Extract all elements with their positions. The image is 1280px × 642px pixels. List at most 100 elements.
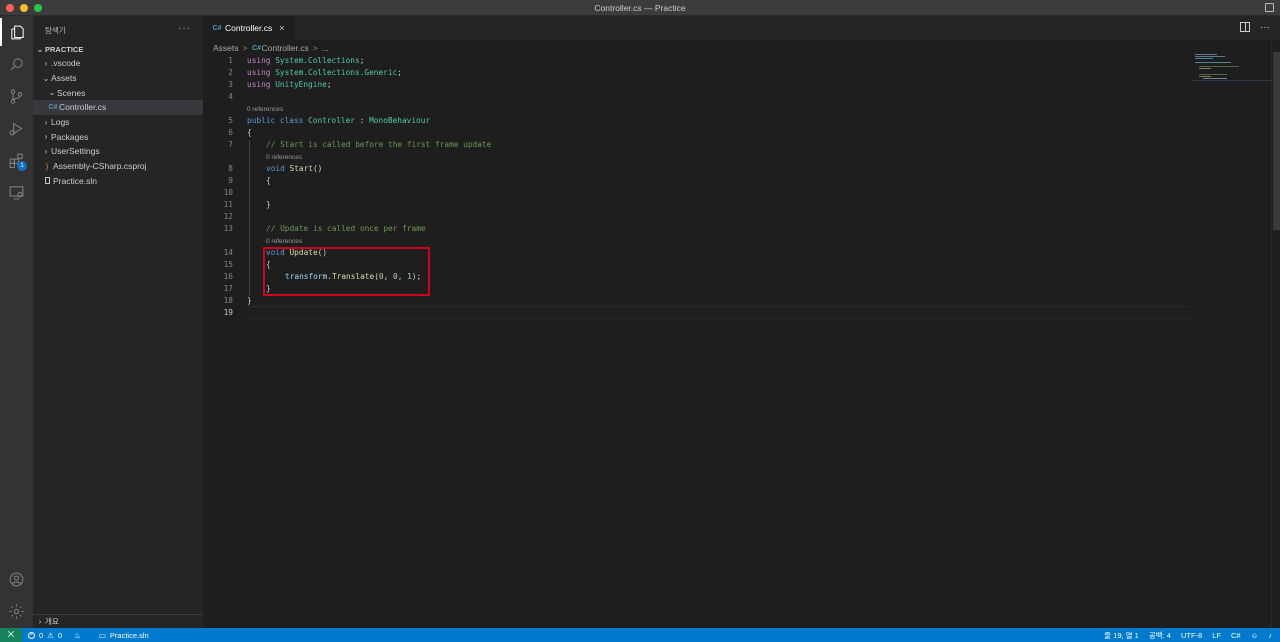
tree-item-controller-cs[interactable]: C# Controller.cs — [33, 100, 203, 115]
tree-item-label: .vscode — [51, 58, 81, 69]
code-line-7: // Start is called before the first fram… — [266, 140, 492, 149]
tab-label: Controller.cs — [225, 23, 273, 33]
tab-controller-cs[interactable]: C# Controller.cs × — [203, 16, 295, 40]
explorer-title: 탐색기 — [45, 26, 66, 35]
indent-guide — [249, 140, 250, 296]
line-number: 12 — [223, 212, 233, 221]
chevron-right-icon: › — [44, 117, 48, 127]
minimap-line — [1199, 66, 1239, 67]
warning-icon: ⚠ — [47, 630, 54, 640]
editor-more-button[interactable]: ··· — [1260, 22, 1270, 33]
workspace-section-header[interactable]: ⌄ PRACTICE — [33, 42, 203, 56]
tree-item-scenes[interactable]: ⌄ Scenes — [33, 85, 203, 100]
line-number: 17 — [223, 284, 233, 293]
line-number: 6 — [228, 128, 233, 137]
line-number: 19 — [223, 308, 233, 317]
minimap-line — [1199, 68, 1211, 69]
folder-icon: ▭ — [98, 630, 106, 640]
line-number: 10 — [223, 188, 233, 197]
split-editor-icon[interactable] — [1240, 22, 1250, 32]
codelens-references[interactable]: 0 references — [247, 106, 283, 113]
solution-name[interactable]: Practice.sln — [110, 631, 149, 640]
line-number: 3 — [228, 80, 233, 89]
code-line-13: // Update is called once per frame — [266, 224, 426, 233]
workspace-name: PRACTICE — [45, 44, 84, 54]
feedback-icon[interactable]: ☺ — [1251, 631, 1259, 640]
explorer-sidebar: 탐색기 ··· ⌄ PRACTICE › .vscode ⌄ Assets ⌄ … — [33, 16, 203, 628]
code-line-9: { — [266, 176, 271, 185]
minimap-line — [1199, 76, 1211, 77]
tree-item-label: Controller.cs — [59, 102, 107, 113]
codelens-references[interactable]: 0 references — [266, 238, 302, 245]
code-line-3: using UnityEngine; — [247, 80, 332, 89]
layout-icon[interactable] — [1265, 3, 1274, 12]
account-icon[interactable] — [0, 565, 33, 593]
csharp-file-icon: C# — [252, 44, 261, 52]
extensions-badge: 1 — [17, 161, 27, 171]
code-line-1: using System.Collections; — [247, 56, 365, 65]
error-count[interactable]: 0 — [39, 631, 43, 640]
tree-item-logs[interactable]: › Logs — [33, 115, 203, 130]
codelens-references[interactable]: 0 references — [266, 154, 302, 161]
search-icon[interactable] — [0, 50, 33, 78]
minimap-line — [1203, 78, 1227, 79]
tree-item-packages[interactable]: › Packages — [33, 129, 203, 144]
breadcrumb: Assets > C# Controller.cs > ... — [203, 40, 1193, 56]
remote-indicator[interactable]: ⨉ — [0, 628, 22, 642]
tree-item-vscode[interactable]: › .vscode — [33, 56, 203, 71]
source-control-icon[interactable] — [0, 82, 33, 110]
breadcrumb-file[interactable]: Controller.cs — [261, 43, 308, 53]
tree-item-usersettings[interactable]: › UserSettings — [33, 144, 203, 159]
explorer-more-button[interactable]: ··· — [178, 23, 191, 34]
chevron-right-icon: > — [312, 43, 318, 53]
explorer-icon[interactable] — [0, 18, 33, 46]
file-icon — [41, 176, 53, 186]
title-bar: Controller.cs — Practice — [0, 0, 1280, 16]
tree-item-assets[interactable]: ⌄ Assets — [33, 71, 203, 86]
notifications-bell-icon[interactable]: ♪ — [1268, 631, 1272, 640]
minimap-cursor-line — [1191, 80, 1271, 81]
tree-item-csproj[interactable]: ) Assembly-CSharp.csproj — [33, 159, 203, 174]
close-icon[interactable]: × — [279, 23, 284, 33]
minimap-line — [1195, 62, 1231, 63]
encoding[interactable]: UTF-8 — [1181, 631, 1202, 640]
minimap[interactable] — [1191, 40, 1271, 628]
explorer-header: 탐색기 ··· — [33, 16, 203, 42]
current-line-highlight — [247, 306, 1191, 319]
breadcrumb-more[interactable]: ... — [322, 43, 329, 53]
chevron-right-icon: > — [242, 43, 248, 53]
code-line-5: public class Controller : MonoBehaviour — [247, 116, 431, 125]
tree-item-practice-sln[interactable]: Practice.sln — [33, 174, 203, 189]
scrollbar-thumb[interactable] — [1273, 52, 1280, 230]
code-editor[interactable]: 1 2 3 4 5 6 7 8 9 10 11 12 13 14 15 16 1… — [203, 56, 1191, 628]
rss-file-icon: ) — [45, 161, 49, 171]
tree-item-label: Logs — [51, 117, 70, 128]
end-of-line[interactable]: LF — [1212, 631, 1221, 640]
minimap-line — [1199, 74, 1227, 75]
run-debug-icon[interactable] — [0, 114, 33, 142]
minimap-line — [1195, 58, 1213, 59]
code-line-18: } — [247, 296, 252, 305]
csharp-file-icon: C# — [48, 103, 58, 111]
warning-count[interactable]: 0 — [58, 631, 62, 640]
code-line-11: } — [266, 200, 271, 209]
outline-section-header[interactable]: › 개요 — [33, 614, 203, 628]
line-number: 4 — [228, 92, 233, 101]
settings-gear-icon[interactable] — [0, 597, 33, 625]
extensions-icon[interactable]: 1 — [0, 146, 33, 174]
code-line-2: using System.Collections.Generic; — [247, 68, 402, 77]
tree-item-label: Practice.sln — [53, 175, 97, 186]
indentation[interactable]: 공백: 4 — [1149, 630, 1171, 641]
breadcrumb-folder[interactable]: Assets — [213, 43, 239, 53]
line-number: 5 — [228, 116, 233, 125]
tree-item-label: Packages — [51, 131, 89, 142]
remote-explorer-icon[interactable] — [0, 178, 33, 206]
cursor-position[interactable]: 줄 19, 열 1 — [1104, 630, 1139, 641]
vertical-scrollbar[interactable] — [1271, 40, 1280, 628]
error-icon: × — [28, 631, 35, 639]
language-mode[interactable]: C# — [1231, 631, 1241, 640]
flame-icon[interactable]: ♨ — [74, 631, 81, 640]
line-number: 18 — [223, 296, 233, 305]
line-number: 13 — [223, 224, 233, 233]
line-number: 16 — [223, 272, 233, 281]
